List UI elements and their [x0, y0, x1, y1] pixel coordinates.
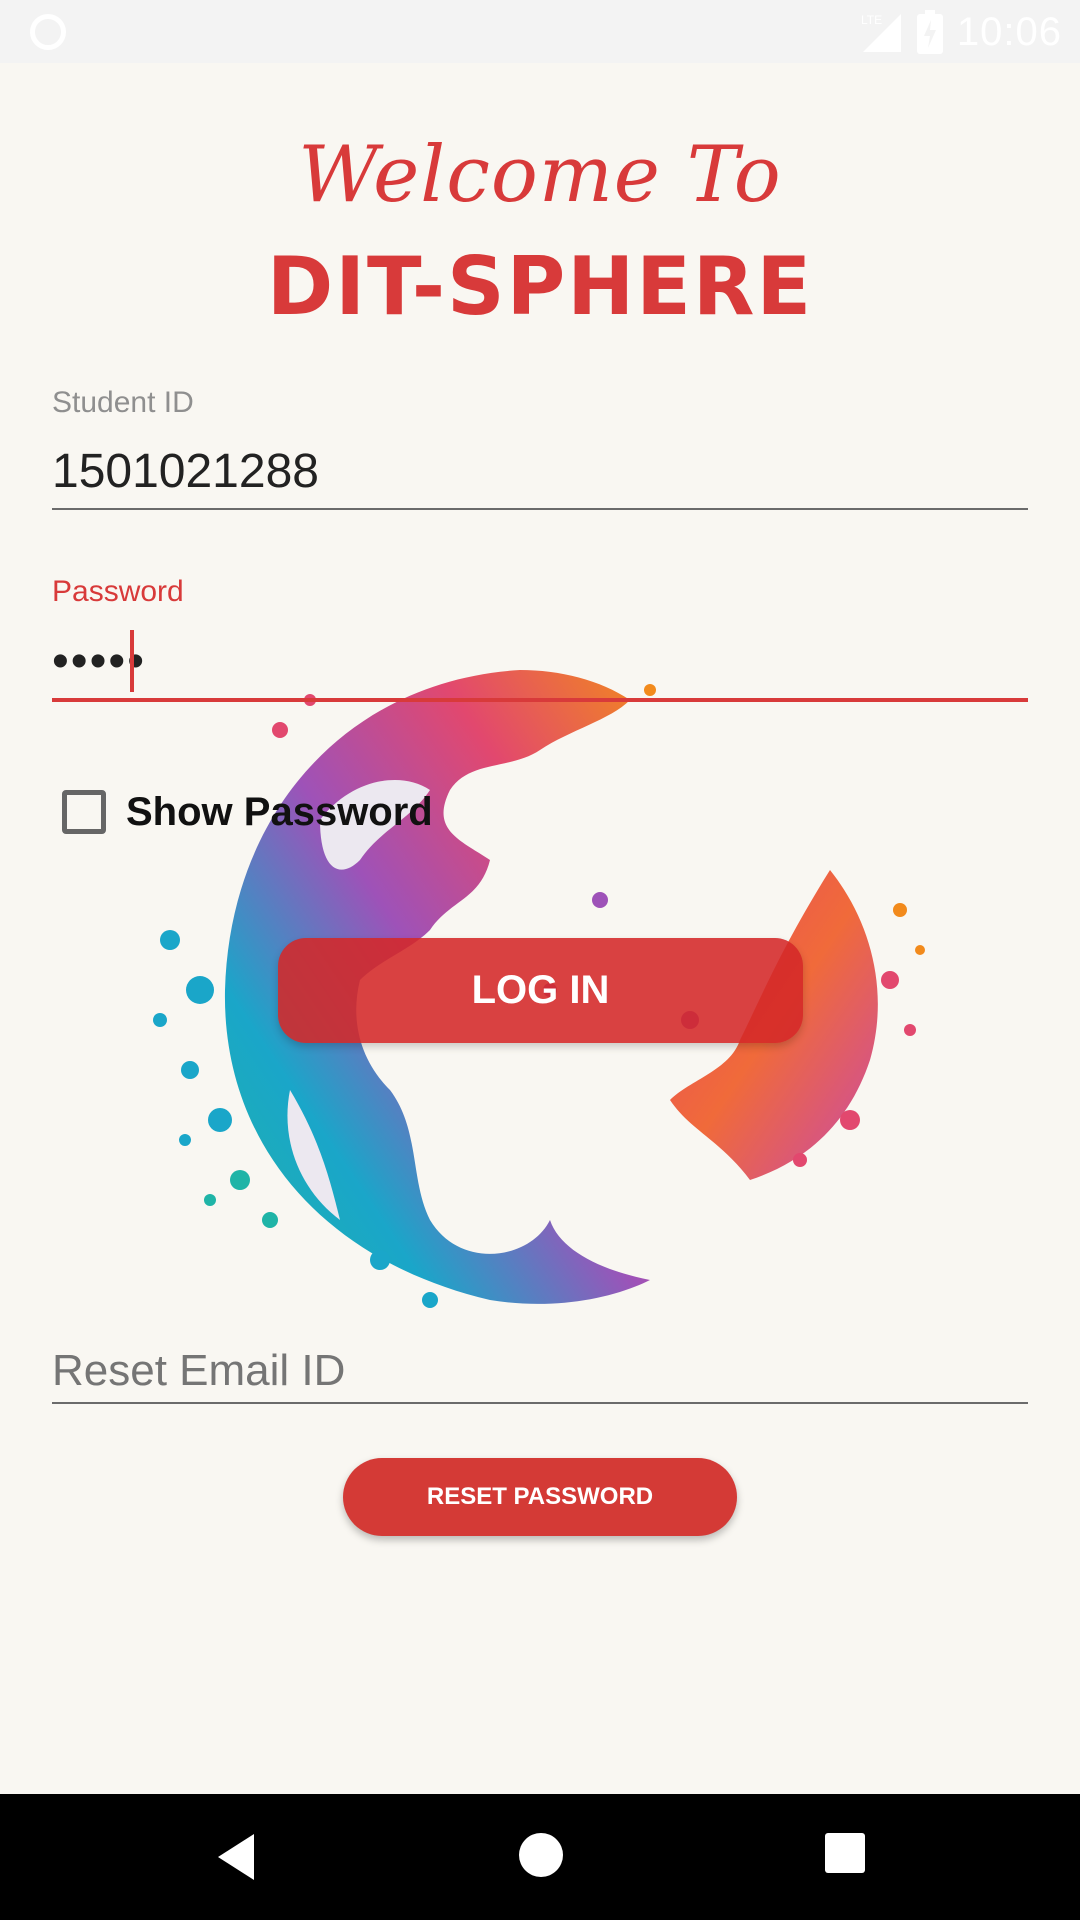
brand-title: DIT-SPHERE — [266, 240, 814, 333]
back-triangle-icon[interactable] — [214, 1832, 258, 1882]
password-label: Password — [52, 575, 184, 608]
notification-ring-icon — [30, 14, 66, 50]
student-id-underline — [52, 508, 1028, 510]
welcome-title: Welcome To — [298, 130, 782, 220]
status-bar: LTE 10:06 — [0, 0, 1080, 63]
reset-email-input[interactable] — [52, 1336, 1028, 1406]
svg-text:LTE: LTE — [861, 13, 882, 27]
status-time: 10:06 — [956, 9, 1062, 54]
show-password-label[interactable]: Show Password — [126, 790, 433, 835]
password-underline — [52, 698, 1028, 702]
home-circle-icon[interactable] — [518, 1832, 564, 1878]
student-id-input[interactable]: 1501021288 — [52, 444, 319, 499]
signal-icon: LTE — [861, 13, 901, 52]
show-password-checkbox[interactable] — [62, 790, 106, 834]
student-id-label: Student ID — [52, 386, 194, 419]
reset-email-underline — [52, 1402, 1028, 1404]
battery-icon — [916, 10, 943, 54]
login-button[interactable]: LOG IN — [278, 938, 803, 1043]
text-caret — [130, 630, 134, 692]
reset-password-button[interactable]: RESET PASSWORD — [343, 1458, 737, 1536]
recent-square-icon[interactable] — [824, 1832, 866, 1874]
navigation-bar — [0, 1794, 1080, 1920]
status-indicators: LTE 10:06 — [859, 6, 1062, 58]
